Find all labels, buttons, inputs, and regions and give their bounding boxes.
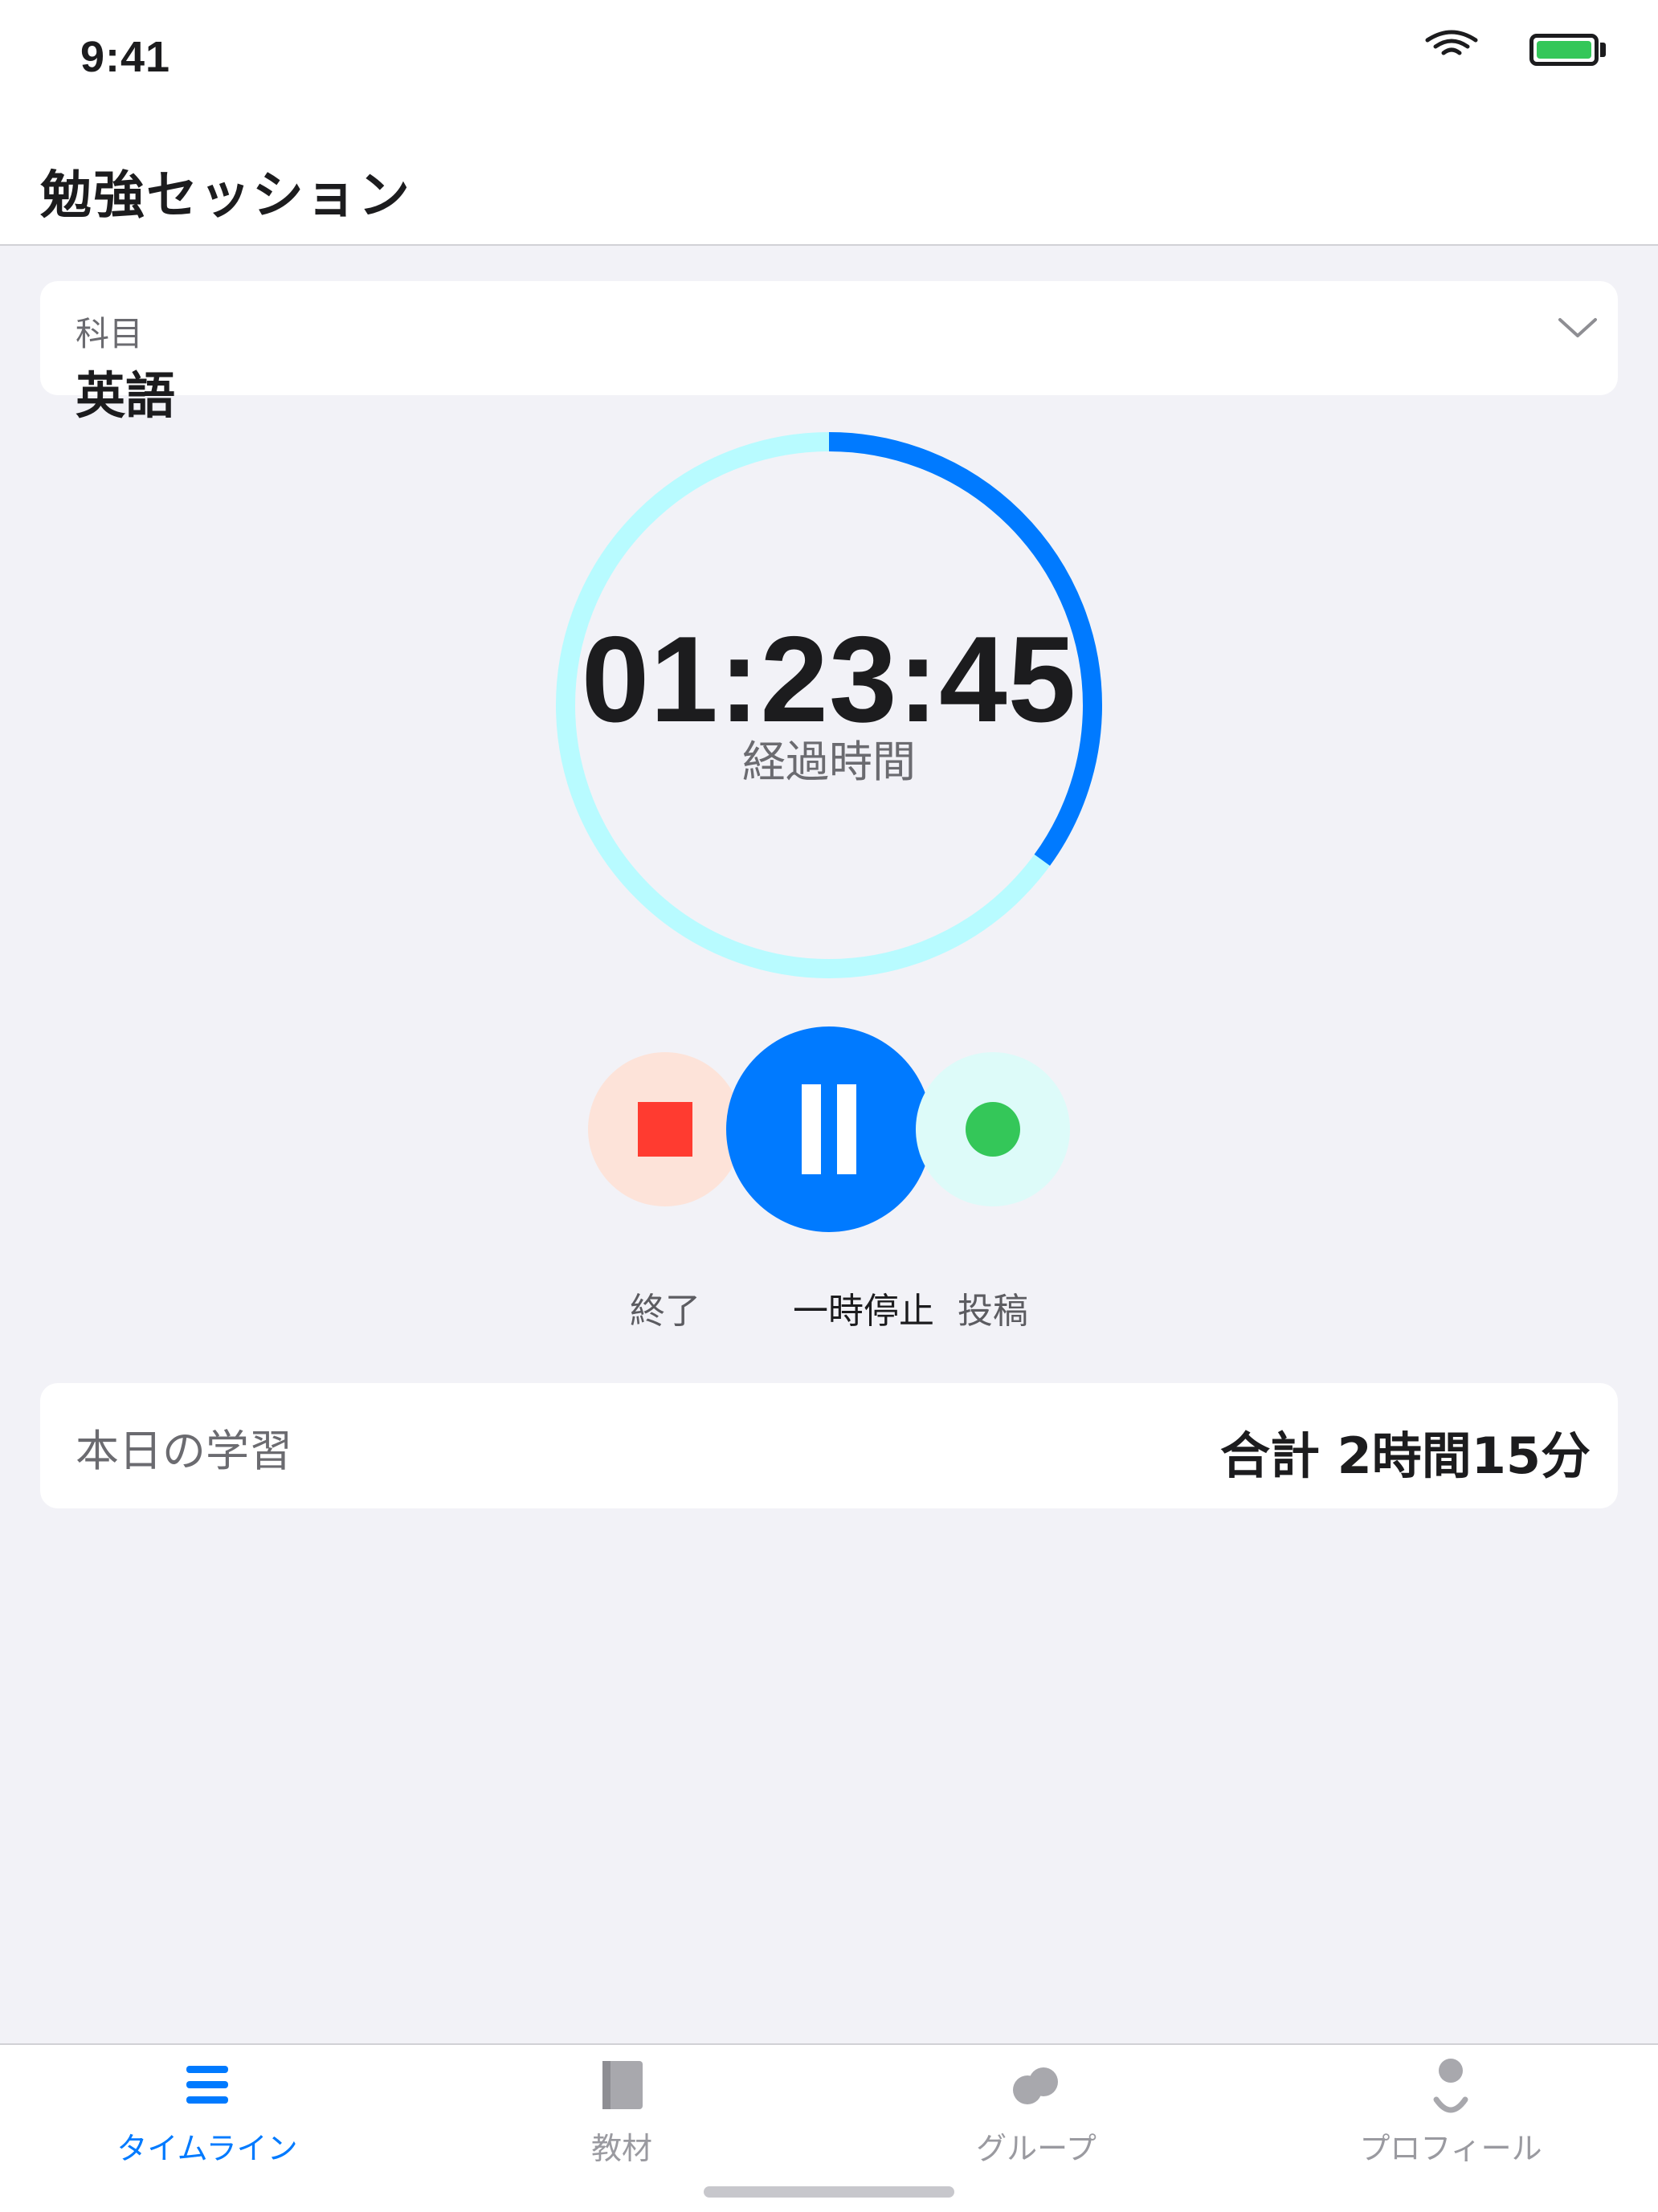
pause-icon [802,1084,821,1174]
stop-button[interactable] [588,1052,742,1206]
elapsed-caption: 経過時間 [742,737,916,787]
battery-icon [1529,34,1599,66]
battery-nub [1600,43,1606,57]
today-label: 本日の学習 [76,1426,292,1476]
tab-label: タイムライン [116,2131,298,2166]
group-icon [1013,2067,1058,2104]
subject-label: 科目 [76,314,144,353]
subject-picker[interactable] [40,281,1618,395]
tab-label: グループ [976,2131,1096,2166]
pause-button[interactable] [726,1026,932,1232]
post-button[interactable] [916,1052,1070,1206]
subject-value: 英語 [76,366,176,425]
page-title: 勉強セッション [40,166,411,226]
person-icon [1433,2059,1468,2113]
tab-profile[interactable]: プロフィール [1330,2056,1571,2168]
record-dot-icon [966,1102,1020,1157]
list-icon [186,2066,228,2104]
tab-group[interactable]: グループ [916,2056,1157,2168]
wifi-icon [1425,30,1478,55]
tab-label: プロフィール [1359,2131,1542,2166]
stop-label: 終了 [630,1291,700,1332]
status-time: 9:41 [80,33,171,81]
today-total: 合計 2時間15分 [1219,1426,1591,1485]
stop-icon [638,1102,692,1157]
tab-materials[interactable]: 教材 [501,2056,742,2168]
tab-timeline[interactable]: タイムライン [87,2056,328,2168]
pause-icon-bar [837,1084,856,1174]
home-indicator [704,2186,954,2198]
chevron-down-icon[interactable] [1557,315,1599,341]
elapsed-time: 01:23:45 [581,611,1077,748]
tab-label: 教材 [590,2131,652,2166]
post-label: 投稿 [958,1291,1028,1332]
book-icon [602,2061,643,2109]
